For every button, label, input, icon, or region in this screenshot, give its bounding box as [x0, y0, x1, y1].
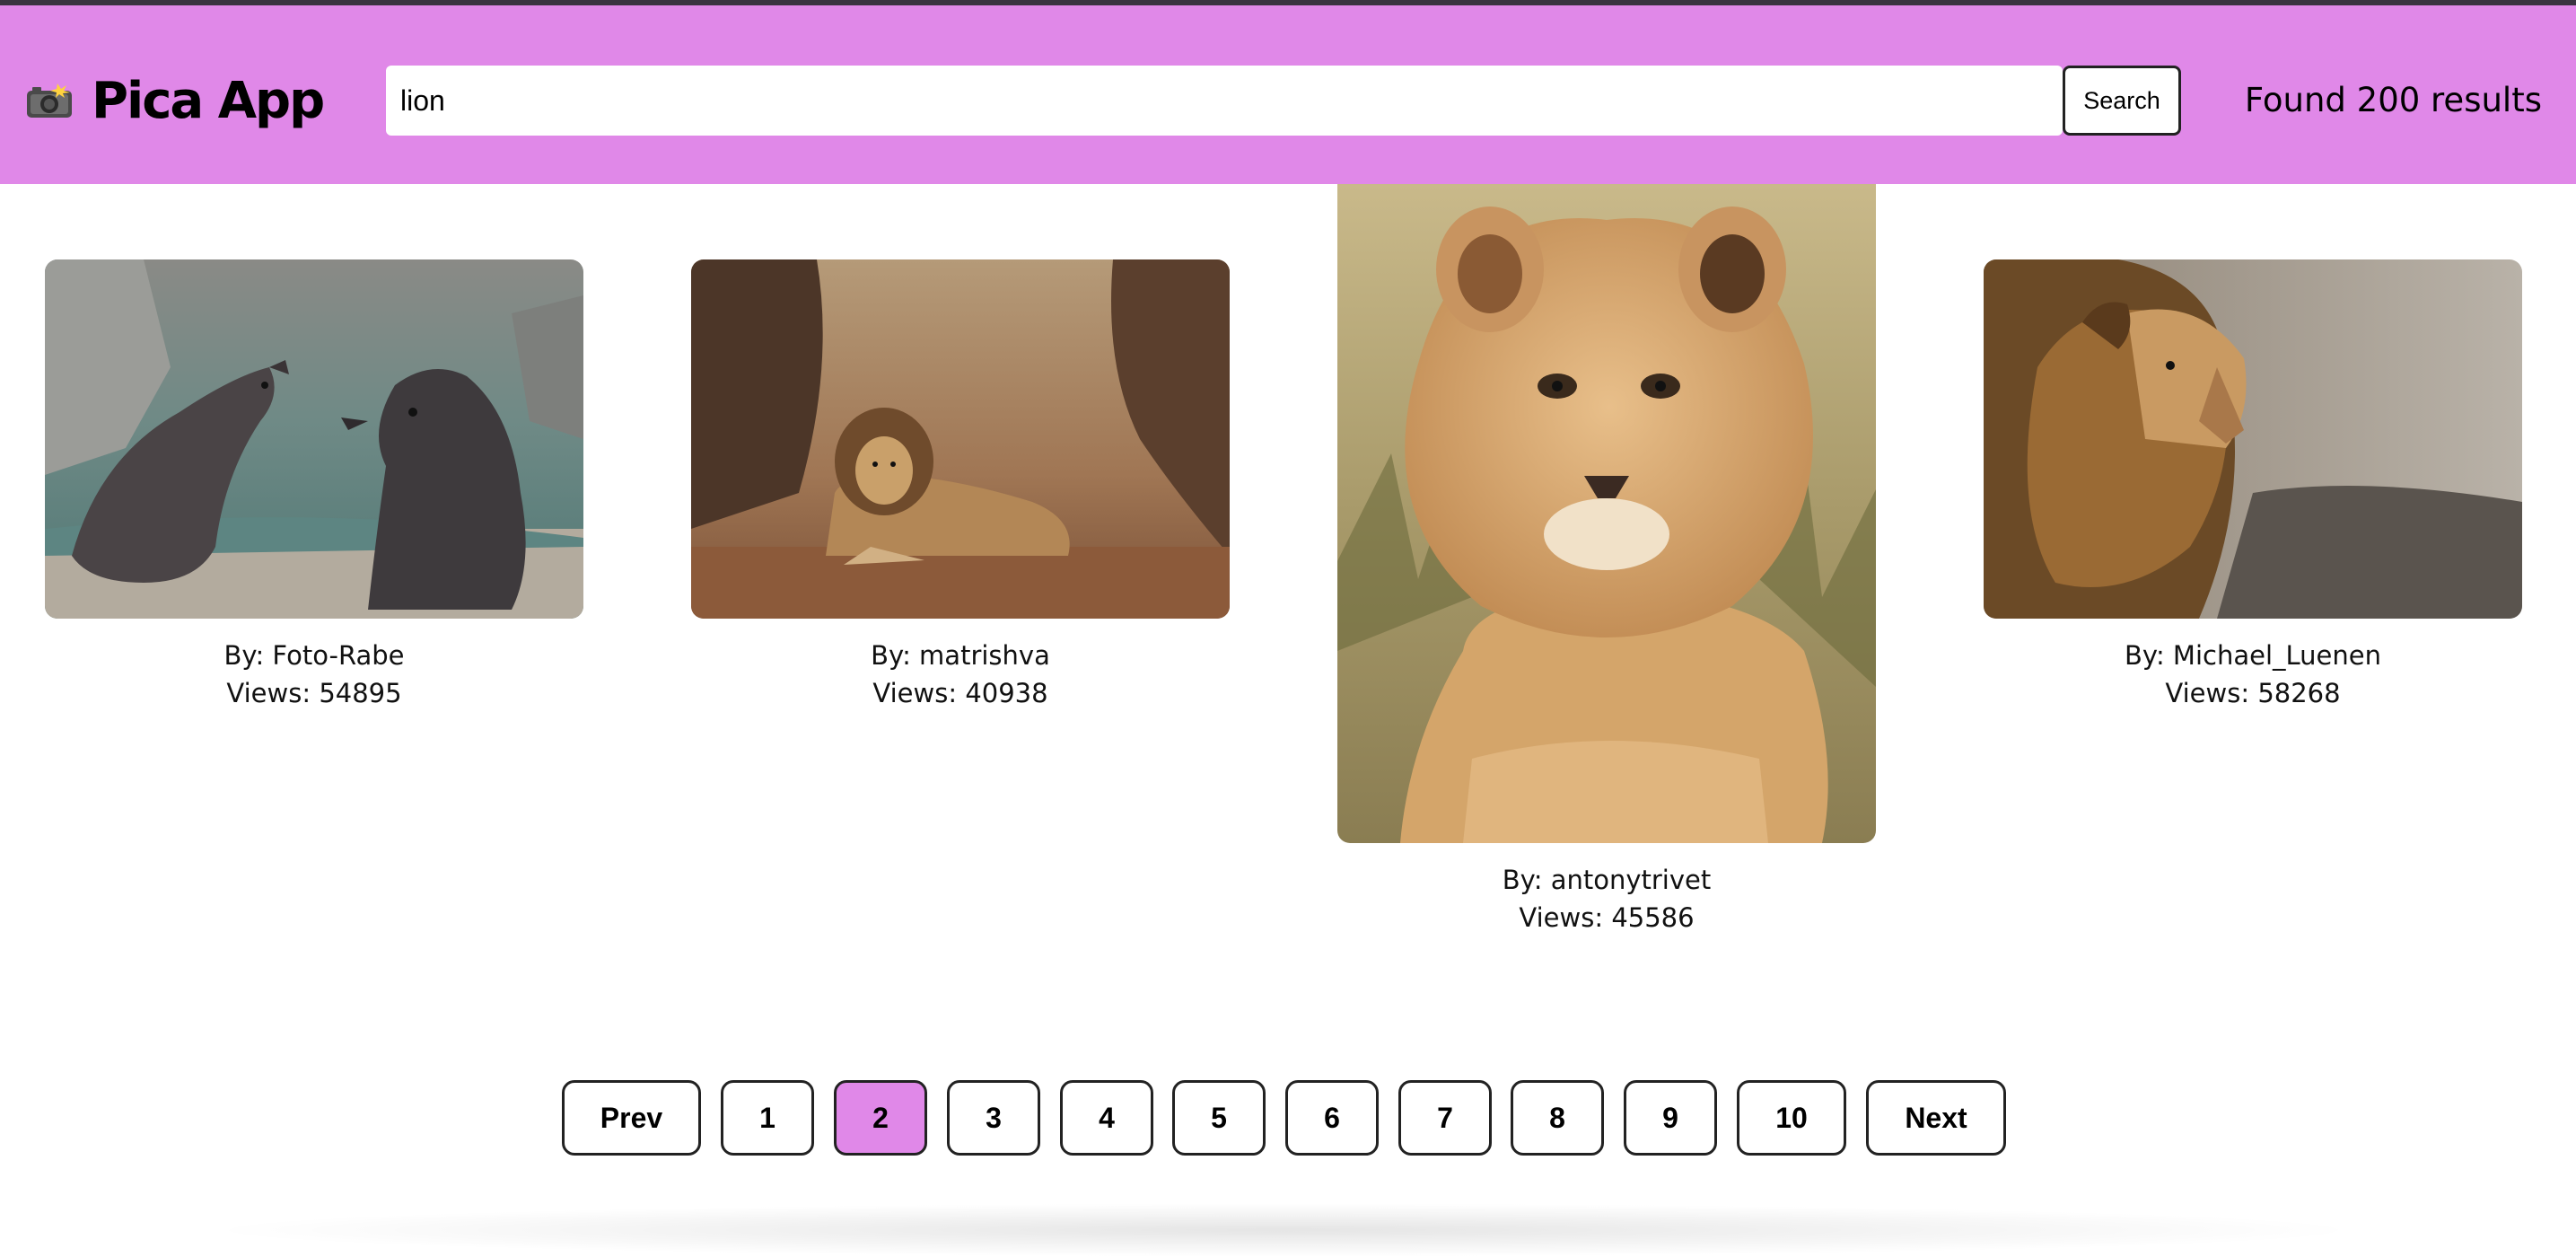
app-header: Pica App Search Found 200 results: [0, 5, 2576, 184]
app-logo[interactable]: Pica App: [25, 65, 325, 136]
image-card[interactable]: By: antonytrivet Views: 45586: [1337, 184, 1876, 936]
page-button-3[interactable]: 3: [947, 1080, 1040, 1156]
lion-profile-photo[interactable]: [1984, 259, 2522, 619]
sea-lions-photo[interactable]: [45, 259, 583, 619]
card-author: By: antonytrivet: [1502, 865, 1712, 895]
image-card[interactable]: By: Foto-Rabe Views: 54895: [45, 259, 583, 712]
image-card[interactable]: By: Michael_Luenen Views: 58268: [1984, 259, 2522, 712]
page-button-10[interactable]: 10: [1737, 1080, 1846, 1156]
card-author: By: Foto-Rabe: [223, 640, 405, 671]
search-input[interactable]: [386, 66, 2063, 136]
page-button-8[interactable]: 8: [1511, 1080, 1604, 1156]
card-views: Views: 58268: [2165, 678, 2341, 708]
page-button-6[interactable]: 6: [1285, 1080, 1379, 1156]
bottom-shadow: [197, 1203, 2370, 1257]
page-button-7[interactable]: 7: [1398, 1080, 1492, 1156]
app-title: Pica App: [92, 71, 325, 130]
image-card[interactable]: By: matrishva Views: 40938: [691, 259, 1230, 712]
pagination: Prev 1 2 3 4 5 6 7 8 9 10 Next: [0, 1080, 2576, 1156]
prev-page-button[interactable]: Prev: [562, 1080, 701, 1156]
page-button-1[interactable]: 1: [721, 1080, 814, 1156]
page-button-2[interactable]: 2: [834, 1080, 927, 1156]
page-button-9[interactable]: 9: [1624, 1080, 1717, 1156]
card-views: Views: 40938: [872, 678, 1048, 708]
results-count: Found 200 results: [2244, 81, 2542, 119]
page-button-4[interactable]: 4: [1060, 1080, 1153, 1156]
card-author: By: matrishva: [871, 640, 1050, 671]
card-views: Views: 54895: [226, 678, 402, 708]
camera-flash-icon: [25, 82, 74, 119]
search-button[interactable]: Search: [2063, 66, 2181, 136]
next-page-button[interactable]: Next: [1866, 1080, 2006, 1156]
lion-resting-in-brush-photo[interactable]: [691, 259, 1230, 619]
card-views: Views: 45586: [1519, 902, 1695, 933]
page-button-5[interactable]: 5: [1172, 1080, 1266, 1156]
card-author: By: Michael_Luenen: [2125, 640, 2381, 671]
lion-cub-photo[interactable]: [1337, 184, 1876, 843]
